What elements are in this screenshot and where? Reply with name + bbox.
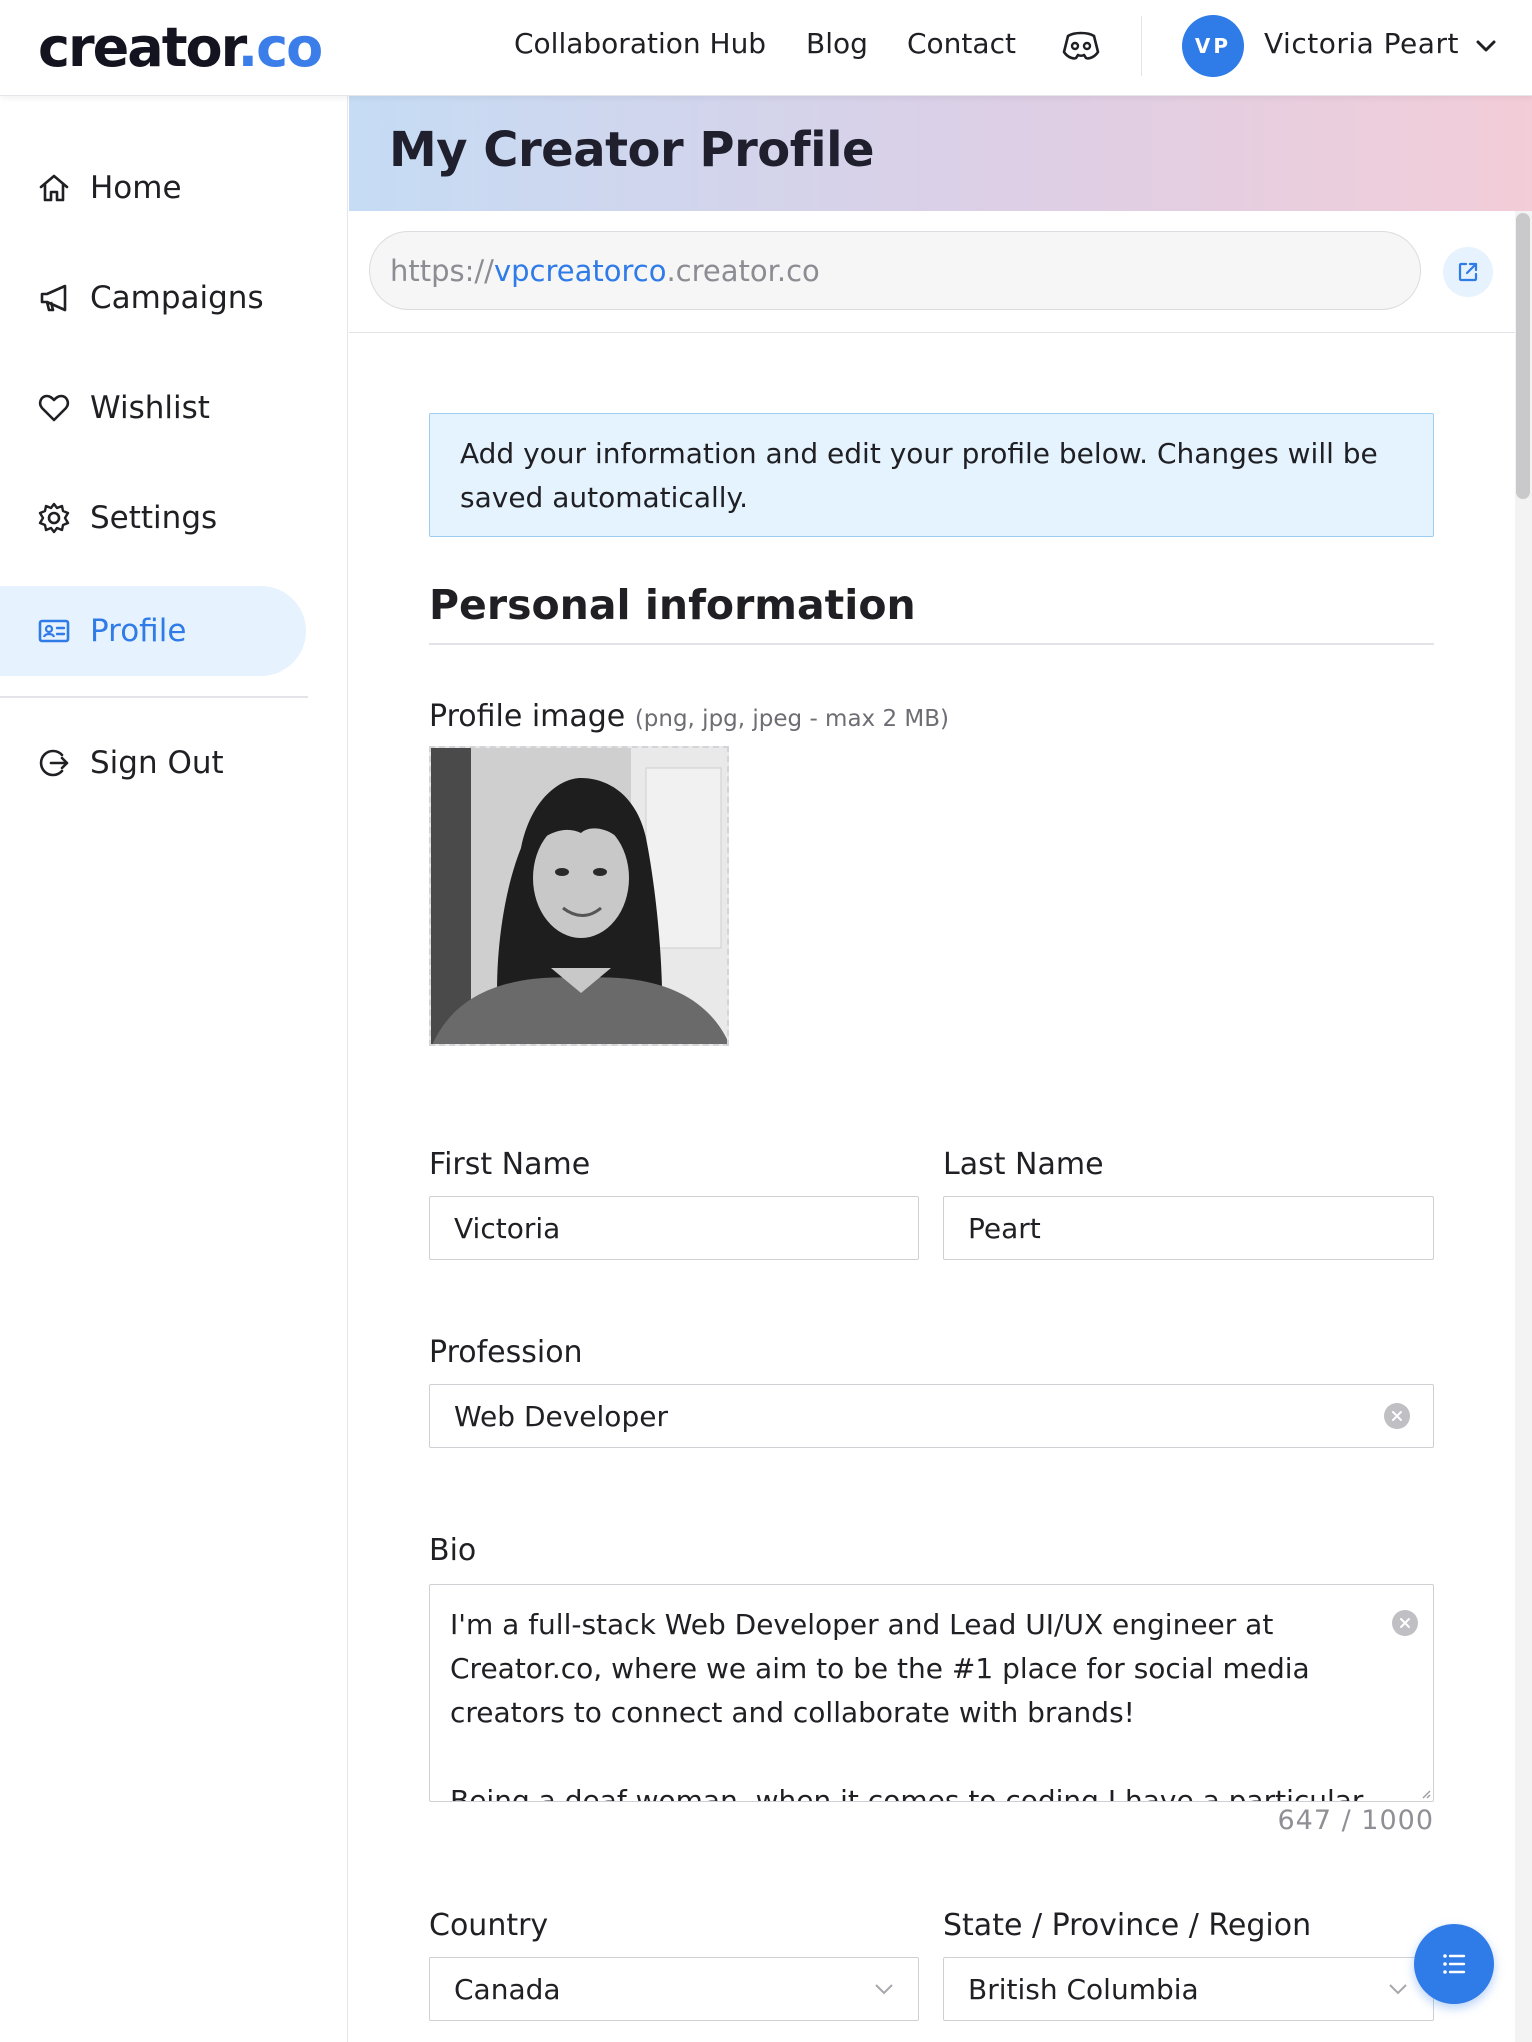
profile-image-label-text: Profile image [429, 699, 626, 734]
sidebar-item-campaigns[interactable]: Campaigns [0, 253, 306, 343]
sidebar-item-settings[interactable]: Settings [0, 473, 306, 563]
logo[interactable]: creator.co [38, 16, 324, 79]
clear-icon[interactable] [1384, 1403, 1410, 1429]
url-prefix: https:// [390, 253, 494, 288]
external-link-icon[interactable] [1443, 247, 1493, 297]
user-name[interactable]: Victoria Peart [1264, 26, 1459, 62]
last-name-label: Last Name [943, 1147, 1104, 1182]
chevron-down-icon[interactable] [1387, 1978, 1409, 2000]
gear-icon [36, 500, 72, 536]
list-icon [1443, 1954, 1466, 1974]
sidebar-item-label: Campaigns [90, 280, 264, 316]
megaphone-icon [36, 280, 72, 316]
sidebar-item-label: Wishlist [90, 390, 210, 426]
sidebar-item-wishlist[interactable]: Wishlist [0, 363, 306, 453]
sidebar-item-label: Profile [90, 613, 187, 649]
last-name-field[interactable]: Peart [943, 1196, 1434, 1260]
bio-value: I'm a full-stack Web Developer and Lead … [450, 1608, 1364, 1802]
top-bar: creator.co Collaboration Hub Blog Contac… [0, 0, 1532, 96]
heart-icon [36, 390, 72, 426]
scrollbar-thumb[interactable] [1516, 213, 1530, 499]
bio-label: Bio [429, 1533, 477, 1568]
sidebar-item-profile[interactable]: Profile [0, 586, 306, 676]
sidebar-item-label: Settings [90, 500, 218, 536]
last-name-value: Peart [968, 1211, 1041, 1245]
profile-url-field[interactable]: https://vpcreatorco .creator.co [369, 231, 1421, 310]
sidebar-item-label: Sign Out [90, 745, 224, 781]
profile-photo[interactable] [429, 746, 729, 1046]
profession-value: Web Developer [454, 1399, 668, 1433]
sidebar: Home Campaigns Wishlist Settings Profile… [0, 96, 348, 2042]
page-header-banner: My Creator Profile [349, 96, 1532, 211]
sidebar-divider [0, 696, 308, 698]
first-name-label: First Name [429, 1147, 591, 1182]
country-value: Canada [454, 1972, 561, 2006]
url-subdomain: vpcreatorco [493, 253, 667, 288]
bio-char-counter: 647 / 1000 [1277, 1805, 1434, 1836]
url-domain: .creator.co [666, 253, 820, 288]
home-icon [36, 170, 72, 206]
nav-contact[interactable]: Contact [907, 26, 1016, 62]
logo-domain: .co [237, 16, 324, 79]
profession-label: Profession [429, 1335, 583, 1370]
header-divider [1141, 16, 1142, 76]
first-name-field[interactable]: Victoria [429, 1196, 919, 1260]
chevron-down-icon[interactable] [1474, 34, 1498, 58]
sidebar-item-home[interactable]: Home [0, 143, 306, 233]
country-label: Country [429, 1908, 549, 1943]
section-divider [429, 643, 1434, 645]
page-title: My Creator Profile [389, 122, 875, 178]
sign-out-icon [36, 745, 72, 781]
nav-blog[interactable]: Blog [806, 26, 868, 62]
info-alert: Add your information and edit your profi… [429, 413, 1434, 537]
discord-icon[interactable] [1060, 28, 1102, 64]
avatar[interactable]: VP [1182, 15, 1244, 77]
profile-form: Add your information and edit your profi… [349, 333, 1515, 2042]
resize-handle-icon[interactable] [1419, 1787, 1431, 1799]
logo-text: creator [38, 16, 240, 79]
bio-textarea[interactable]: I'm a full-stack Web Developer and Lead … [429, 1584, 1434, 1802]
region-select[interactable]: British Columbia [943, 1957, 1434, 2021]
region-label: State / Province / Region [943, 1908, 1312, 1943]
sidebar-item-sign-out[interactable]: Sign Out [0, 718, 306, 808]
profile-image-label: Profile image (png, jpg, jpeg - max 2 MB… [429, 698, 949, 738]
profile-card-icon [36, 613, 72, 649]
clear-icon[interactable] [1392, 1610, 1418, 1636]
profile-image-hint: (png, jpg, jpeg - max 2 MB) [634, 706, 950, 732]
chevron-down-icon[interactable] [873, 1978, 895, 2000]
sidebar-item-label: Home [90, 170, 182, 206]
floating-menu-button[interactable] [1414, 1924, 1494, 2004]
region-value: British Columbia [968, 1972, 1199, 2006]
first-name-value: Victoria [454, 1211, 561, 1245]
section-title: Personal information [429, 581, 916, 629]
profession-field[interactable]: Web Developer [429, 1384, 1434, 1448]
profile-url-bar: https://vpcreatorco .creator.co [349, 211, 1515, 333]
nav-collaboration-hub[interactable]: Collaboration Hub [514, 26, 766, 62]
country-select[interactable]: Canada [429, 1957, 919, 2021]
